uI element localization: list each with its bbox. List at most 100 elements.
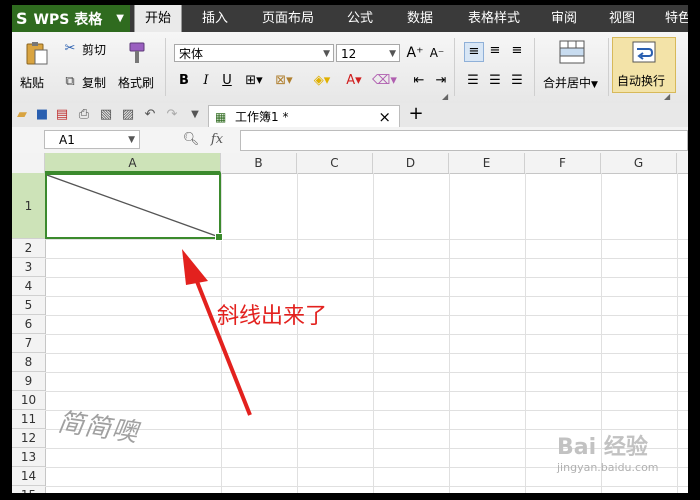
column-header-c[interactable]: C [297, 153, 373, 173]
tab-view[interactable]: 视图 [600, 5, 644, 32]
gridline [45, 296, 688, 297]
row-header-5[interactable]: 5 [12, 296, 45, 315]
tab-insert[interactable]: 插入 [192, 5, 238, 32]
close-tab-icon[interactable]: × [378, 106, 391, 128]
increase-font-icon[interactable]: A⁺ [406, 44, 424, 62]
selected-cell-a1[interactable] [45, 173, 223, 241]
spell-check-icon[interactable]: ▨ [120, 106, 136, 124]
print-icon[interactable]: ⎙ [76, 106, 92, 124]
clear-format-icon[interactable]: ⌫▾ [372, 72, 397, 90]
tab-data[interactable]: 数据 [398, 5, 442, 32]
align-left-icon[interactable]: ☰ [464, 72, 482, 90]
gridline [45, 391, 688, 392]
gridline [677, 173, 678, 493]
italic-button[interactable]: I [198, 72, 214, 90]
row-header-6[interactable]: 6 [12, 315, 45, 334]
row-header-8[interactable]: 8 [12, 353, 45, 372]
copy-button[interactable]: 复制 [82, 74, 106, 91]
select-all-corner[interactable] [12, 153, 45, 173]
align-middle-icon[interactable]: ≡ [486, 42, 504, 60]
copy-icon[interactable]: ⧉ [62, 73, 78, 91]
row-header-9[interactable]: 9 [12, 372, 45, 391]
fill-color-icon[interactable]: ◈▾ [310, 72, 334, 90]
tab-features[interactable]: 特色 [658, 5, 688, 32]
gridline [45, 258, 688, 259]
ribbon-separator [608, 38, 609, 96]
row-header-13[interactable]: 13 [12, 448, 45, 467]
font-name-value: 宋体 [179, 47, 204, 61]
customize-toolbar-icon[interactable]: ▼ [188, 106, 202, 124]
merge-center-button[interactable]: 合并居中▼ [543, 74, 598, 91]
formula-input[interactable] [240, 130, 688, 151]
increase-indent-icon[interactable]: ⇥ [432, 72, 450, 90]
gridline [525, 173, 526, 493]
tab-home[interactable]: 开始 [134, 5, 182, 32]
cell-style-icon[interactable]: ⊠▾ [272, 72, 296, 90]
wps-spreadsheet-window: S WPS 表格 ▼ 开始 插入 页面布局 公式 数据 表格样式 审阅 视图 特… [12, 5, 688, 493]
tab-review[interactable]: 审阅 [542, 5, 586, 32]
align-bottom-icon[interactable]: ≡ [508, 42, 526, 60]
row-header-3[interactable]: 3 [12, 258, 45, 277]
column-header-g[interactable]: G [601, 153, 677, 173]
format-painter-icon[interactable] [126, 41, 148, 65]
align-top-icon[interactable]: ≡ [464, 42, 484, 62]
column-header-a[interactable]: A [45, 153, 221, 173]
format-painter-button[interactable]: 格式刷 [118, 74, 154, 91]
fill-handle[interactable] [215, 233, 223, 241]
underline-button[interactable]: U [219, 72, 235, 90]
row-header-1[interactable]: 1 [12, 173, 45, 239]
row-header-12[interactable]: 12 [12, 429, 45, 448]
dropdown-arrow-icon: ▼ [323, 49, 330, 59]
align-right-icon[interactable]: ☰ [508, 72, 526, 90]
decrease-font-icon[interactable]: A⁻ [428, 44, 446, 62]
scissors-icon[interactable]: ✂ [62, 40, 78, 58]
zoom-search-icon[interactable]: 🔍︎ [182, 131, 200, 149]
redo-icon[interactable]: ↷ [164, 106, 180, 124]
align-center-icon[interactable]: ☰ [486, 72, 504, 90]
decrease-indent-icon[interactable]: ⇤ [410, 72, 428, 90]
baidu-jingyan-watermark: Bai 经验 jingyan.baidu.com [557, 429, 659, 474]
column-header-b[interactable]: B [221, 153, 297, 173]
insert-function-icon[interactable]: fx [208, 131, 226, 149]
wrap-text-button[interactable]: 自动换行 [612, 37, 676, 93]
gridline [45, 239, 688, 240]
alignment-dialog-launcher-icon[interactable]: ◢ [664, 92, 670, 101]
font-color-icon[interactable]: A▾ [342, 72, 366, 90]
name-box[interactable]: A1 ▼ [44, 130, 140, 149]
tab-formulas[interactable]: 公式 [338, 5, 382, 32]
merge-center-icon[interactable] [559, 40, 585, 64]
font-name-select[interactable]: 宋体 ▼ [174, 44, 334, 62]
ribbon-separator [165, 38, 166, 96]
column-header-e[interactable]: E [449, 153, 525, 173]
print-preview-icon[interactable]: ▧ [98, 106, 114, 124]
row-header-10[interactable]: 10 [12, 391, 45, 410]
font-dialog-launcher-icon[interactable]: ◢ [442, 92, 448, 101]
wrap-text-label: 自动换行 [617, 74, 666, 88]
row-header-11[interactable]: 11 [12, 410, 45, 429]
borders-icon[interactable]: ⊞▾ [242, 72, 266, 90]
cut-button[interactable]: 剪切 [82, 41, 106, 58]
export-pdf-icon[interactable]: ▤ [54, 106, 70, 124]
row-header-15[interactable]: 15 [12, 486, 45, 493]
paste-icon[interactable] [24, 40, 50, 66]
baidu-brand: Bai 经验 [557, 435, 648, 460]
font-size-select[interactable]: 12 ▼ [336, 44, 400, 62]
gridline [297, 173, 298, 493]
undo-icon[interactable]: ↶ [142, 106, 158, 124]
workbook-title: 工作簿1 * [235, 110, 289, 124]
open-folder-icon[interactable]: ▰ [14, 106, 30, 124]
column-header-f[interactable]: F [525, 153, 601, 173]
bold-button[interactable]: B [176, 72, 192, 90]
row-header-4[interactable]: 4 [12, 277, 45, 296]
paste-button[interactable]: 粘贴 [20, 74, 44, 91]
tab-page-layout[interactable]: 页面布局 [252, 5, 324, 32]
row-header-2[interactable]: 2 [12, 239, 45, 258]
row-header-7[interactable]: 7 [12, 334, 45, 353]
tab-table-style[interactable]: 表格样式 [458, 5, 530, 32]
app-menu-button[interactable]: S WPS 表格 ▼ [12, 5, 130, 32]
workbook-tab[interactable]: ▦ 工作簿1 * × [208, 105, 400, 127]
new-tab-button[interactable]: + [406, 105, 426, 123]
column-header-d[interactable]: D [373, 153, 449, 173]
save-icon[interactable]: ■ [34, 106, 50, 124]
row-header-14[interactable]: 14 [12, 467, 45, 486]
